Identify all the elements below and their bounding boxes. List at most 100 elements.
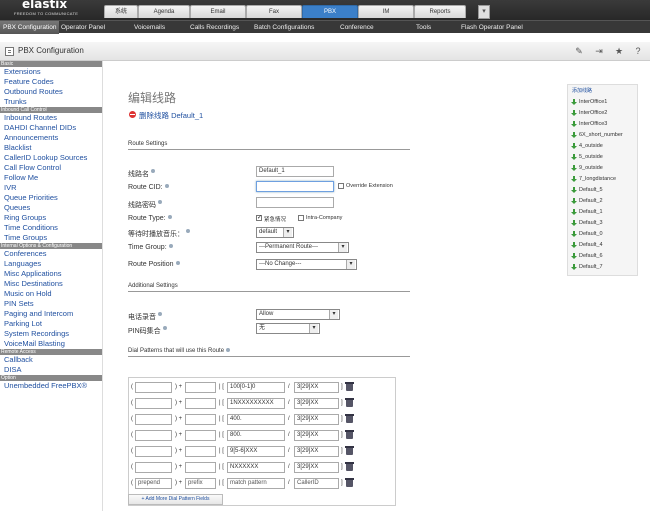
subnav-operator-panel[interactable]: Operator Panel (61, 21, 105, 34)
help-icon[interactable] (162, 326, 167, 330)
sidebar-item-parking-lot[interactable]: Parking Lot (0, 319, 102, 329)
sidebar-item-inbound-routes[interactable]: Inbound Routes (0, 113, 102, 123)
emergency-checkbox[interactable] (256, 214, 262, 221)
callerid-input[interactable]: 3[29]XX (294, 414, 339, 425)
move-arrow-icon[interactable] (571, 143, 577, 149)
move-arrow-icon[interactable] (571, 110, 577, 116)
callerid-input[interactable]: 3[29]XX (294, 462, 339, 473)
help-icon[interactable] (164, 184, 169, 188)
route-item[interactable]: Default_2 (568, 196, 639, 206)
route-item[interactable]: 9_outside (568, 163, 639, 173)
star-icon[interactable]: ★ (614, 46, 624, 56)
prepend-input[interactable] (135, 414, 172, 425)
sidebar-item-paging-intercom[interactable]: Paging and Intercom (0, 309, 102, 319)
route-item[interactable]: Default_0 (568, 229, 639, 239)
sidebar-item-time-conditions[interactable]: Time Conditions (0, 223, 102, 233)
tab-system[interactable]: 系统 (104, 5, 138, 18)
time-group-select[interactable]: ---Permanent Route--- (256, 242, 349, 253)
prefix-input[interactable] (185, 430, 216, 441)
prefix-input[interactable]: prefix (185, 478, 216, 489)
sidebar-item-system-recordings[interactable]: System Recordings (0, 329, 102, 339)
match-pattern-input[interactable]: 100[0-1]0 (227, 382, 285, 393)
sidebar-item-announcements[interactable]: Announcements (0, 133, 102, 143)
prefix-input[interactable] (185, 414, 216, 425)
callerid-input[interactable]: 3[29]XX (294, 382, 339, 393)
move-arrow-icon[interactable] (571, 187, 577, 193)
tab-im[interactable]: IM (358, 5, 414, 18)
sidebar-item-languages[interactable]: Languages (0, 259, 102, 269)
subnav-calls-recordings[interactable]: Calls Recordings (190, 21, 239, 34)
move-arrow-icon[interactable] (571, 121, 577, 127)
callerid-input[interactable]: 3[29]XX (294, 430, 339, 441)
help-icon[interactable] (167, 215, 172, 219)
sidebar-item-trunks[interactable]: Trunks (0, 97, 102, 107)
route-item[interactable]: InterOffice1 (568, 97, 639, 107)
sidebar-item-misc-applications[interactable]: Misc Applications (0, 269, 102, 279)
prepend-input[interactable]: prepend (135, 478, 172, 489)
sidebar-item-follow-me[interactable]: Follow Me (0, 173, 102, 183)
move-arrow-icon[interactable] (571, 231, 577, 237)
sidebar-item-queue-priorities[interactable]: Queue Priorities (0, 193, 102, 203)
help-icon[interactable] (186, 229, 190, 233)
moh-select[interactable]: default (256, 227, 294, 238)
help-icon[interactable] (151, 169, 155, 173)
subnav-tools[interactable]: Tools (416, 21, 431, 34)
sidebar-item-conferences[interactable]: Conferences (0, 249, 102, 259)
prepend-input[interactable] (135, 382, 172, 393)
move-arrow-icon[interactable] (571, 99, 577, 105)
route-password-input[interactable] (256, 197, 334, 208)
move-arrow-icon[interactable] (571, 154, 577, 160)
pin-set-select[interactable]: 无 (256, 323, 320, 334)
route-item[interactable]: Default_6 (568, 251, 639, 261)
prefix-input[interactable] (185, 382, 216, 393)
subnav-flash-operator-panel[interactable]: Flash Operator Panel (461, 21, 523, 34)
move-arrow-icon[interactable] (571, 132, 577, 138)
subnav-voicemails[interactable]: Voicemails (134, 21, 165, 34)
prepend-input[interactable] (135, 462, 172, 473)
sidebar-item-voicemail-blasting[interactable]: VoiceMail Blasting (0, 339, 102, 349)
route-item[interactable]: Default_5 (568, 185, 639, 195)
intra-company-checkbox[interactable] (298, 215, 304, 221)
prefix-input[interactable] (185, 398, 216, 409)
move-arrow-icon[interactable] (571, 176, 577, 182)
tab-email[interactable]: Email (190, 5, 246, 18)
route-item[interactable]: 6X_short_number (568, 130, 639, 140)
route-item[interactable]: Default_1 (568, 207, 639, 217)
sidebar-item-outbound-routes[interactable]: Outbound Routes (0, 87, 102, 97)
subnav-batch-configurations[interactable]: Batch Configurations (254, 21, 314, 34)
help-icon[interactable] (175, 261, 180, 265)
route-name-input[interactable]: Default_1 (256, 166, 334, 177)
route-position-select[interactable]: ---No Change--- (256, 259, 357, 270)
route-cid-input[interactable] (256, 181, 334, 192)
route-item[interactable]: InterOffice3 (568, 119, 639, 129)
trash-icon[interactable] (345, 430, 354, 439)
tab-agenda[interactable]: Agenda (138, 5, 190, 18)
move-arrow-icon[interactable] (571, 209, 577, 215)
add-more-dial-patterns-button[interactable]: + Add More Dial Pattern Fields (128, 494, 223, 505)
trash-icon[interactable] (345, 446, 354, 455)
help-icon[interactable] (226, 348, 231, 352)
match-pattern-input[interactable]: 1NXXXXXXXXX (227, 398, 285, 409)
trash-icon[interactable] (345, 382, 354, 391)
delete-route-link[interactable]: 删除线路 Default_1 (139, 110, 203, 121)
sidebar-item-callback[interactable]: Callback (0, 355, 102, 365)
trash-icon[interactable] (345, 478, 354, 487)
sidebar-item-time-groups[interactable]: Time Groups (0, 233, 102, 243)
sidebar-item-queues[interactable]: Queues (0, 203, 102, 213)
move-arrow-icon[interactable] (571, 264, 577, 270)
sidebar-item-dahdi-channel-dids[interactable]: DAHDI Channel DIDs (0, 123, 102, 133)
sidebar-item-ivr[interactable]: IVR (0, 183, 102, 193)
sidebar-item-music-on-hold[interactable]: Music on Hold (0, 289, 102, 299)
sidebar-item-callerid-lookup[interactable]: CallerID Lookup Sources (0, 153, 102, 163)
move-arrow-icon[interactable] (571, 253, 577, 259)
tab-reports[interactable]: Reports (414, 5, 466, 18)
prepend-input[interactable] (135, 430, 172, 441)
prefix-input[interactable] (185, 462, 216, 473)
match-pattern-input[interactable]: 400. (227, 414, 285, 425)
subnav-pbx-configuration[interactable]: PBX Configuration (0, 21, 60, 34)
prepend-input[interactable] (135, 446, 172, 457)
trash-icon[interactable] (345, 414, 354, 423)
prefix-input[interactable] (185, 446, 216, 457)
subnav-conference[interactable]: Conference (340, 21, 374, 34)
route-item[interactable]: Default_4 (568, 240, 639, 250)
